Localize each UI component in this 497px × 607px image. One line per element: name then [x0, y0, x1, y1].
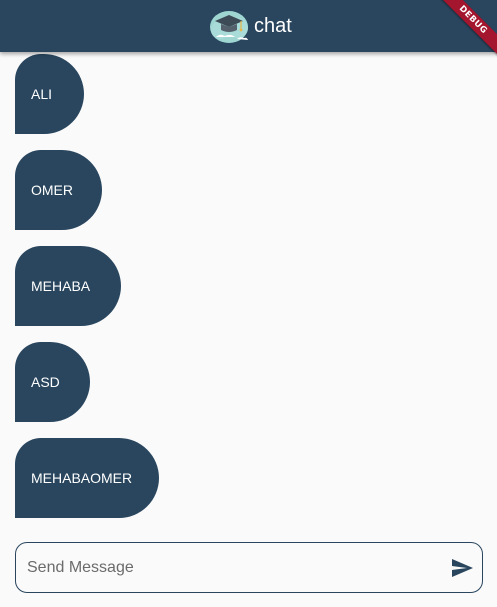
graduation-cap-cloud-icon: [210, 11, 248, 43]
app-bar-title-group: chat: [208, 6, 292, 46]
debug-label: DEBUG: [437, 0, 497, 59]
message-text: MEHABAOMER: [31, 470, 133, 486]
app-bar: chat: [0, 0, 497, 52]
message-list[interactable]: ALI OMER MEHABA ASD MEHABAOMER: [0, 52, 497, 530]
message-text: MEHABA: [31, 278, 91, 294]
message-bubble: MEHABA: [15, 246, 121, 326]
debug-banner: DEBUG: [437, 0, 497, 60]
message-input[interactable]: [27, 543, 447, 592]
message-bubble: MEHABAOMER: [15, 438, 159, 518]
message-text: ASD: [31, 374, 60, 390]
app-title: chat: [254, 14, 292, 37]
message-bubble: OMER: [15, 150, 102, 230]
send-icon[interactable]: [450, 556, 474, 580]
message-text: ALI: [31, 86, 53, 102]
message-text: OMER: [31, 182, 73, 198]
message-composer: [15, 542, 483, 593]
message-bubble: ALI: [15, 54, 84, 134]
message-bubble: ASD: [15, 342, 90, 422]
chat-screen: chat DEBUG ALI OMER MEHABA ASD MEHABAOME…: [0, 0, 497, 607]
